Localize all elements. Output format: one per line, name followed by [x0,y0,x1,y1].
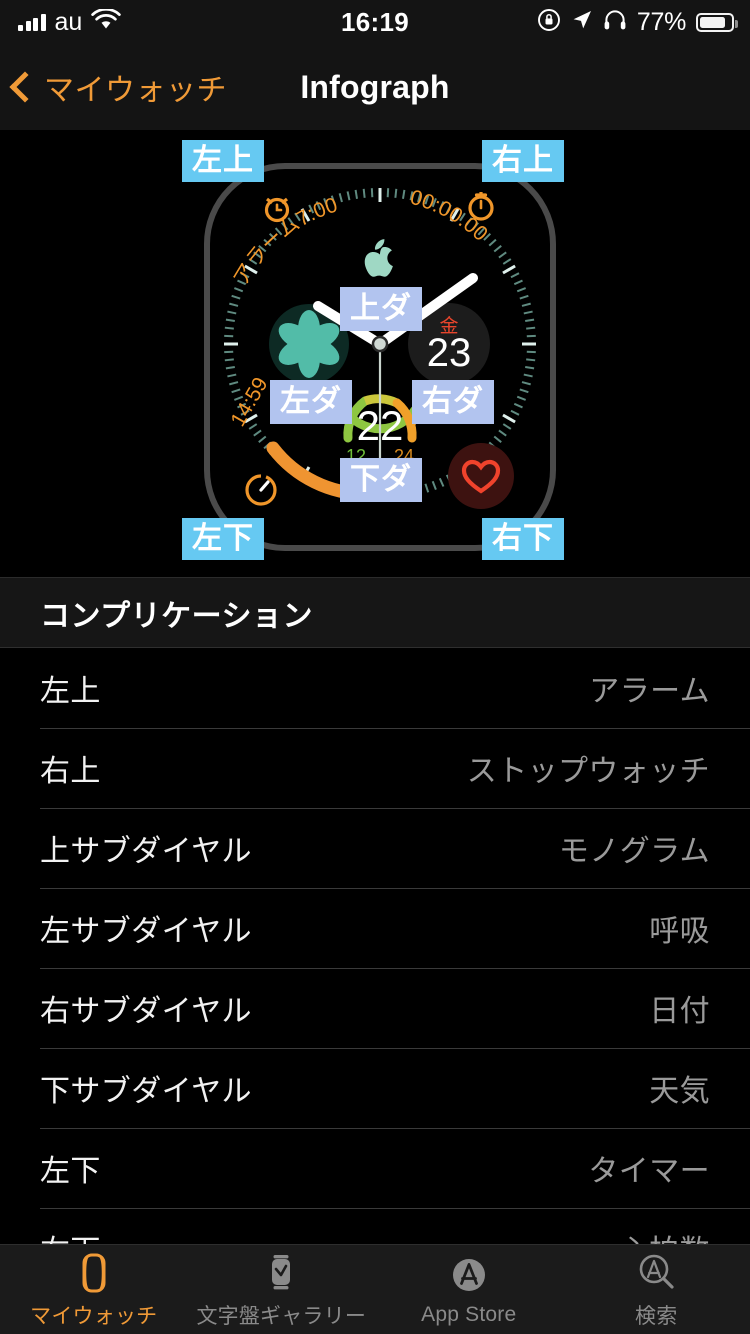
tab-app-store[interactable]: App Store [375,1245,563,1334]
watch-face-icon [261,1250,301,1296]
row-value: 日付 [649,995,710,1028]
location-arrow-icon [571,9,593,36]
badge-top-subdial[interactable]: 上ダ [340,287,422,331]
badge-bottom-left[interactable]: 左下 [182,518,264,560]
row-value: 天気 [649,1075,710,1108]
table-row[interactable]: 左下 タイマー [0,1128,750,1208]
badge-top-right[interactable]: 右上 [482,140,564,182]
date-day: 23 [427,331,472,375]
table-row[interactable]: 右下 心拍数 [0,1208,750,1244]
row-label: 上サブダイヤル [40,835,252,868]
badge-label: 右ダ [422,385,484,418]
watch-icon [74,1250,114,1296]
status-bar-right: 77% [537,7,738,37]
tab-label: App Store [421,1302,517,1326]
rotation-lock-icon [537,8,561,37]
tab-label: 検索 [635,1304,678,1328]
battery-icon [696,12,738,32]
table-row[interactable]: 右上 ストップウォッチ [0,728,750,808]
row-value: モノグラム [558,835,710,868]
row-value: タイマー [588,1155,710,1188]
complications-list[interactable]: 左上 アラーム 右上 ストップウォッチ 上サブダイヤル モノグラム 左サブダイヤル 呼吸… [0,648,750,1244]
row-label: 左上 [40,675,101,708]
row-label: 右下 [40,1226,101,1244]
table-row[interactable]: 上サブダイヤル モノグラム [0,808,750,888]
badge-left-subdial[interactable]: 左ダ [270,380,352,424]
badge-right-subdial[interactable]: 右ダ [412,380,494,424]
nav-bar: マイウォッチ Infograph [0,44,750,130]
table-row[interactable]: 左上 アラーム [0,648,750,728]
badge-label: 左上 [192,144,254,177]
badge-label: 下ダ [350,463,412,496]
row-label: 左下 [40,1155,101,1188]
badge-label: 上ダ [350,292,412,325]
row-label: 左サブダイヤル [40,915,252,948]
table-row[interactable]: 右サブダイヤル 日付 [0,968,750,1048]
app-root: au 16:19 77% マイウォッチ Infograph アラーム7:00 0… [0,0,750,1334]
watch-face-svg: アラーム7:00 00:00.00 金 23 14:59 22 12 24 [204,163,556,551]
watch-face-preview[interactable]: アラーム7:00 00:00.00 金 23 14:59 22 12 24 左上… [0,130,750,578]
badge-bottom-right[interactable]: 右下 [482,518,564,560]
badge-label: 左ダ [280,385,342,418]
tab-bar: マイウォッチ 文字盤ギャラリー App Store 検索 [0,1244,750,1334]
tab-face-gallery[interactable]: 文字盤ギャラリー [188,1245,376,1334]
table-row[interactable]: 左サブダイヤル 呼吸 [0,888,750,968]
headphones-icon [603,9,627,36]
row-value: アラーム [589,675,710,708]
section-header-label: コンプリケーション [40,599,313,633]
badge-label: 右上 [492,144,554,177]
tab-label: 文字盤ギャラリー [196,1304,367,1328]
hands-pivot [371,335,389,353]
row-label: 右上 [40,755,101,788]
table-row[interactable]: 下サブダイヤル 天気 [0,1048,750,1128]
badge-label: 左下 [192,522,254,555]
badge-bottom-subdial[interactable]: 下ダ [340,458,422,502]
tab-label: マイウォッチ [30,1304,158,1328]
badge-top-left[interactable]: 左上 [182,140,264,182]
page-title: Infograph [300,68,450,105]
section-header-complications: コンプリケーション [0,578,750,648]
tab-my-watch[interactable]: マイウォッチ [0,1245,188,1334]
row-value: 呼吸 [649,915,710,948]
row-label: 下サブダイヤル [40,1075,252,1108]
watch-graphic: アラーム7:00 00:00.00 金 23 14:59 22 12 24 左上… [182,140,575,566]
tab-search[interactable]: 検索 [563,1245,750,1334]
badge-label: 右下 [492,522,554,555]
status-bar: au 16:19 77% [0,0,750,44]
row-value: ストップウォッチ [466,755,710,788]
app-store-icon [448,1253,490,1299]
row-value: 心拍数 [619,1226,710,1244]
complication-heart-rate [448,443,514,509]
row-label: 右サブダイヤル [40,995,252,1028]
battery-percent-label: 77% [636,7,686,36]
search-icon [635,1250,677,1296]
